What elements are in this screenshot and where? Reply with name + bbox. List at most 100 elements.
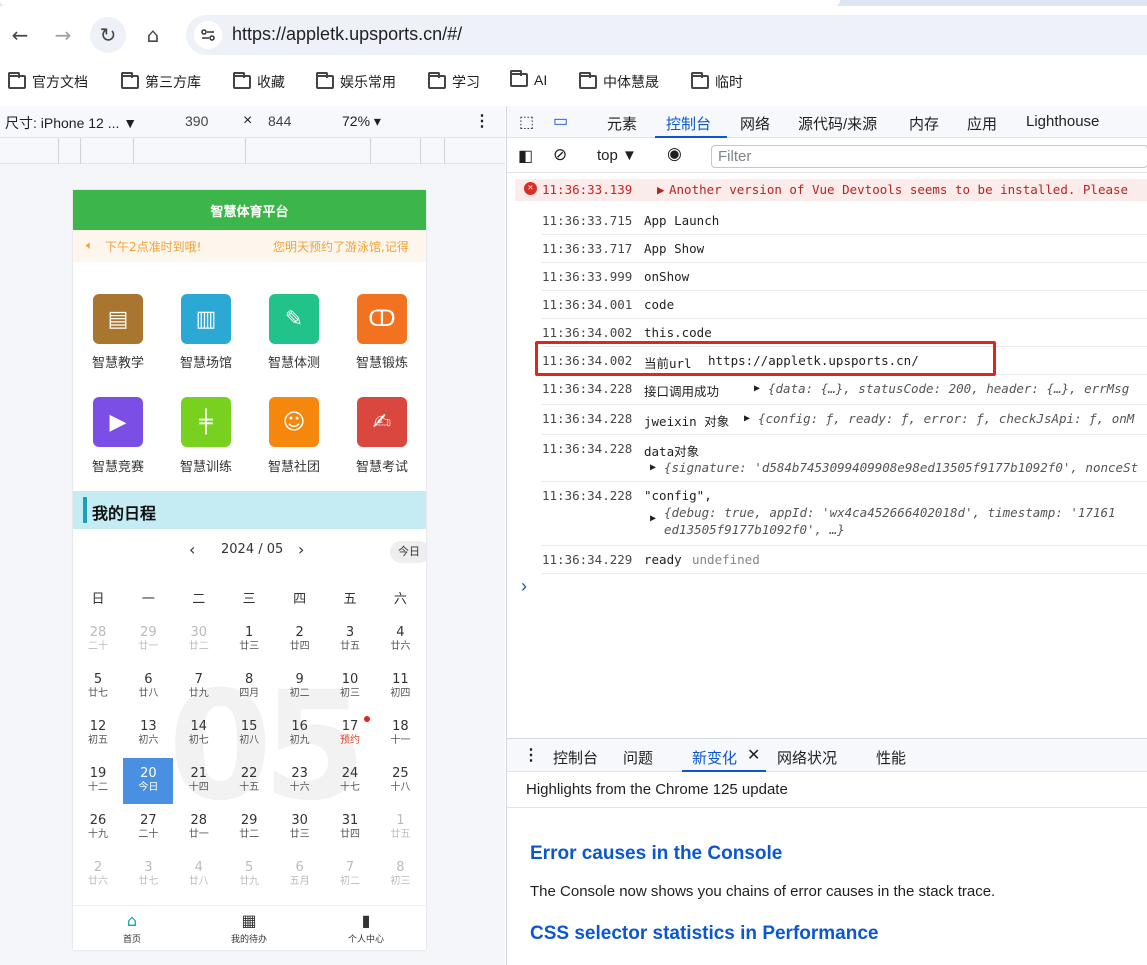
calendar-day[interactable]: 7 初二	[325, 852, 375, 898]
calendar-day[interactable]: 16 初九	[275, 711, 325, 757]
console-log-row[interactable]: 11:36:34.228 接口调用成功 ▶ {data: {…}, statusCod…	[542, 375, 1147, 405]
expand-icon[interactable]: ▶	[657, 182, 665, 197]
calendar-day[interactable]: 11 初四	[375, 664, 425, 710]
back-icon[interactable]: ←	[2, 17, 38, 53]
calendar-day[interactable]: 26 十九	[73, 805, 123, 851]
printer-icon[interactable]: ▤	[93, 294, 143, 344]
grid-label[interactable]: 智慧训练	[166, 456, 246, 475]
calendar-day[interactable]: 24 十七	[325, 758, 375, 804]
calendar-day[interactable]: 19 十二	[73, 758, 123, 804]
calendar-day[interactable]: 10 初三	[325, 664, 375, 710]
calendar-day[interactable]: 6 五月	[275, 852, 325, 898]
calendar-day[interactable]: 12 初五	[73, 711, 123, 757]
forward-icon[interactable]: →	[45, 17, 81, 53]
device-height-input[interactable]: 844	[268, 113, 291, 129]
device-select[interactable]: 尺寸: iPhone 12 ... ▼	[5, 113, 137, 133]
address-bar[interactable]: https://appletk.upsports.cn/#/	[186, 15, 1147, 55]
calendar-day-today[interactable]: 20 今日	[123, 758, 174, 804]
console-log-row[interactable]: 11:36:34.001 code	[542, 291, 1147, 319]
expand-icon[interactable]: ▶	[650, 513, 656, 524]
eye-icon[interactable]: ◉	[667, 144, 682, 164]
calendar-day[interactable]: 3 廿五	[325, 617, 375, 663]
calendar-day[interactable]: 31 廿四	[325, 805, 375, 851]
calendar-day[interactable]: 13 初六	[123, 711, 173, 757]
bookmark-folder[interactable]: 学习	[428, 72, 480, 92]
bookmark-folder[interactable]: AI	[510, 70, 547, 88]
reload-icon[interactable]: ↻	[90, 17, 126, 53]
more-options-icon[interactable]: ⋮	[474, 111, 490, 131]
grid-label[interactable]: 智慧教学	[78, 352, 158, 371]
site-info-icon[interactable]	[194, 21, 222, 49]
building-icon[interactable]: ▥	[181, 294, 231, 344]
home-icon[interactable]: ⌂	[135, 17, 171, 53]
tab-application[interactable]: 应用	[967, 113, 997, 134]
whatsnew-heading[interactable]: CSS selector statistics in Performance	[530, 923, 878, 945]
drawer-tab-whatsnew[interactable]: 新变化	[692, 747, 737, 768]
calendar-day[interactable]: 1 廿五	[375, 805, 425, 851]
close-icon[interactable]: ✕	[747, 745, 760, 765]
tab-home[interactable]: ⌂ 首页	[82, 910, 182, 945]
bookmark-folder[interactable]: 官方文档	[8, 72, 88, 92]
exam-icon[interactable]: ✍	[357, 397, 407, 447]
calendar-day[interactable]: 28 廿一	[174, 805, 224, 851]
calendar-day[interactable]: 3 廿七	[123, 852, 173, 898]
calendar-day[interactable]: 17 预约	[325, 711, 375, 757]
calendar-day[interactable]: 1 廿三	[224, 617, 274, 663]
next-month-icon[interactable]: ›	[298, 540, 304, 559]
console-prompt-icon[interactable]: ›	[521, 576, 527, 597]
expand-icon[interactable]: ▶	[754, 383, 760, 394]
calendar-day[interactable]: 23 十六	[275, 758, 325, 804]
clear-console-icon[interactable]: ⊘	[553, 145, 567, 165]
expand-icon[interactable]: ▶	[650, 462, 656, 473]
today-button[interactable]: 今日	[390, 541, 426, 563]
tab-memory[interactable]: 内存	[909, 113, 939, 134]
tab-sources[interactable]: 源代码/来源	[798, 113, 877, 134]
calendar-day[interactable]: 2 廿四	[275, 617, 325, 663]
bookmark-folder[interactable]: 娱乐常用	[316, 72, 396, 92]
calendar-day[interactable]: 5 廿九	[224, 852, 274, 898]
clipboard-icon[interactable]: ✎	[269, 294, 319, 344]
drawer-tab-console[interactable]: 控制台	[553, 747, 598, 768]
calendar-day[interactable]: 30 廿二	[174, 617, 224, 663]
drawer-tab-network-conditions[interactable]: 网络状况	[777, 747, 837, 768]
calendar-day[interactable]: 29 廿一	[123, 617, 173, 663]
console-error-row[interactable]: ✕ 11:36:33.139 ▶ Another version of Vue …	[515, 179, 1147, 201]
calendar-day[interactable]: 29 廿二	[224, 805, 274, 851]
console-log-row[interactable]: 11:36:33.999 onShow	[542, 263, 1147, 291]
sidebar-toggle-icon[interactable]: ◧	[518, 146, 533, 166]
drawer-tab-issues[interactable]: 问题	[623, 747, 653, 768]
console-log-row[interactable]: 11:36:33.717 App Show	[542, 235, 1147, 263]
filter-input[interactable]: Filter	[711, 145, 1147, 168]
tab-network[interactable]: 网络	[740, 113, 770, 134]
tab-lighthouse[interactable]: Lighthouse	[1026, 113, 1099, 130]
calendar-day[interactable]: 22 十五	[224, 758, 274, 804]
calendar-day[interactable]: 7 廿九	[174, 664, 224, 710]
grid-label[interactable]: 智慧考试	[342, 456, 422, 475]
calendar-day[interactable]: 21 十四	[174, 758, 224, 804]
notice-bar[interactable]: 🔈︎ 下午2点准时到哦! 您明天预约了游泳馆,记得	[73, 230, 426, 262]
calendar-day[interactable]: 28 二十	[73, 617, 123, 663]
device-width-input[interactable]: 390	[185, 113, 208, 129]
calendar-day[interactable]: 6 廿八	[123, 664, 173, 710]
exercise-icon[interactable]: ↀ	[357, 294, 407, 344]
tab-elements[interactable]: 元素	[607, 113, 637, 134]
calendar-day[interactable]: 9 初二	[275, 664, 325, 710]
grid-label[interactable]: 智慧场馆	[166, 352, 246, 371]
calendar-day[interactable]: 8 四月	[224, 664, 274, 710]
calendar-day[interactable]: 8 初三	[375, 852, 425, 898]
drawer-menu-icon[interactable]: ⋮	[523, 745, 539, 765]
calendar-day[interactable]: 27 二十	[123, 805, 173, 851]
tab-console[interactable]: 控制台	[666, 113, 711, 134]
bookmark-folder[interactable]: 临时	[691, 72, 743, 92]
console-log-row[interactable]: 11:36:34.228 "config", ▶ {debug: true, appI…	[542, 482, 1147, 546]
console-log-row[interactable]: 11:36:34.229 ready undefined	[542, 546, 1147, 574]
inspect-element-icon[interactable]: ⬚	[519, 112, 534, 132]
grid-label[interactable]: 智慧竞赛	[78, 456, 158, 475]
zoom-select[interactable]: 72% ▾	[342, 113, 381, 130]
whatsnew-heading[interactable]: Error causes in the Console	[530, 843, 782, 865]
group-icon[interactable]: ☺	[269, 397, 319, 447]
bookmark-folder[interactable]: 中体慧晟	[579, 72, 659, 92]
calendar-day[interactable]: 18 十一	[375, 711, 425, 757]
expand-icon[interactable]: ▶	[744, 413, 750, 424]
tab-profile[interactable]: ▮ 个人中心	[316, 910, 416, 945]
